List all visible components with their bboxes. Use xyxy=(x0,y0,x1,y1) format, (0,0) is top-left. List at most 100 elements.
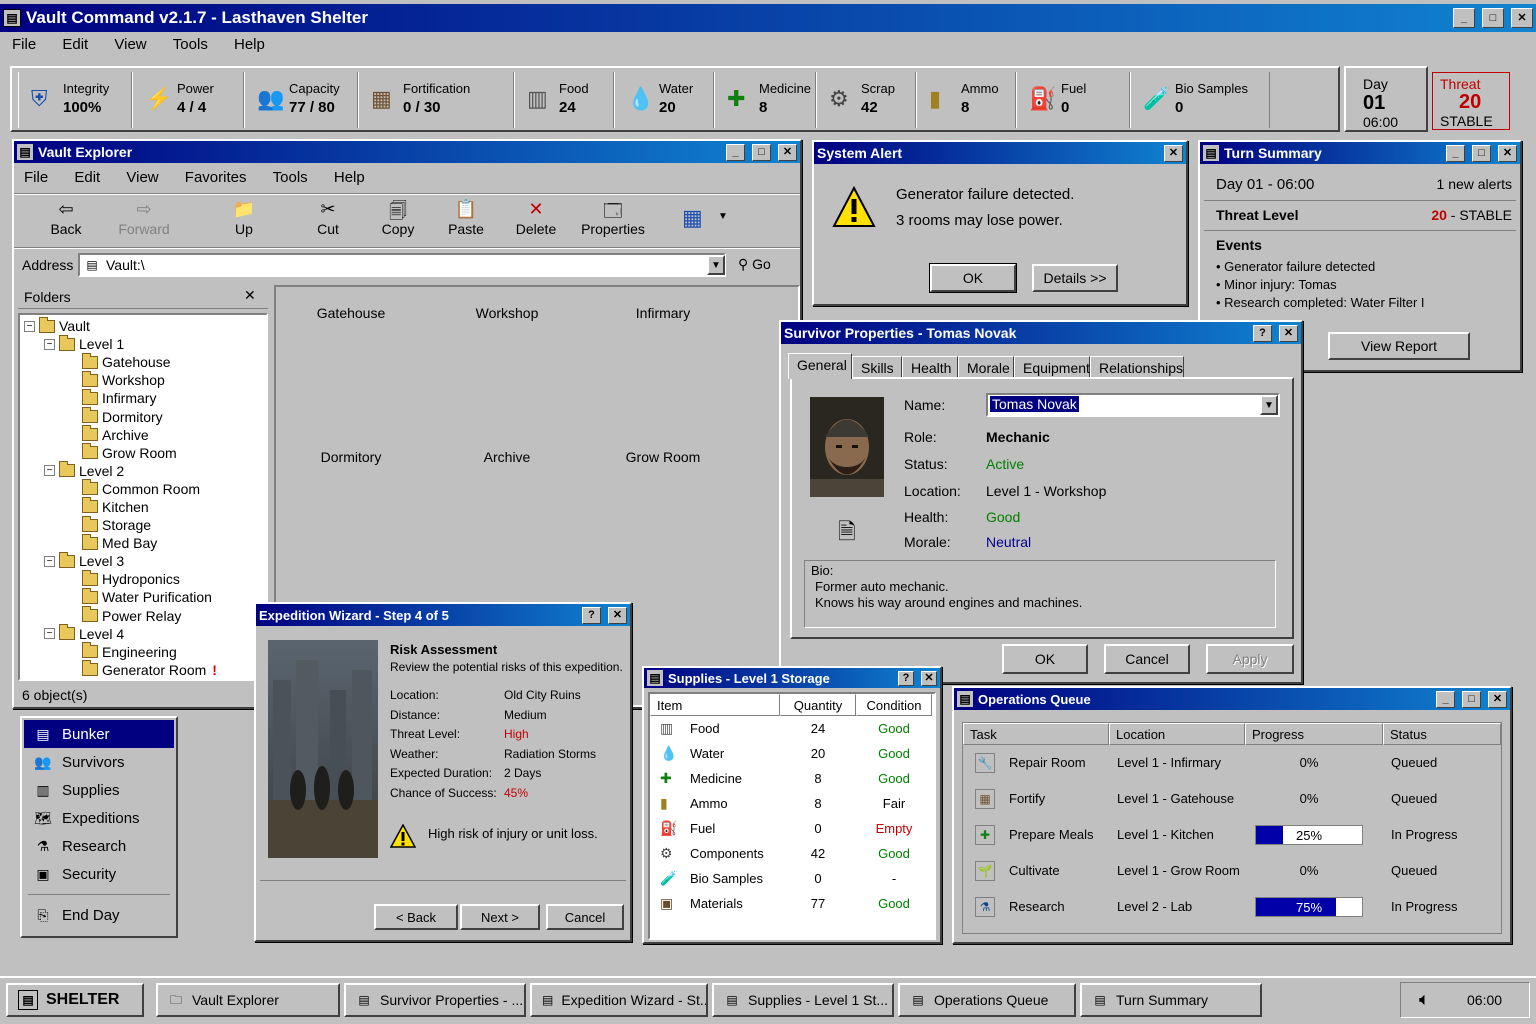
explorer-menu-view[interactable]: View xyxy=(126,169,158,186)
explorer-menu-tools[interactable]: Tools xyxy=(273,169,308,186)
tree-item-med-bay[interactable]: Med Bay xyxy=(24,533,262,552)
back-button[interactable]: ⇦ Back xyxy=(36,199,96,237)
tree-item-storage[interactable]: Storage xyxy=(24,515,262,534)
address-input[interactable]: ▤ Vault:\ xyxy=(78,253,726,277)
tree-item-grow-room[interactable]: Grow Room xyxy=(24,443,262,462)
properties-button[interactable]: 🗔 Properties xyxy=(568,199,658,237)
up-button[interactable]: 📁 Up xyxy=(214,199,274,237)
ops-minimize-button[interactable]: _ xyxy=(1436,690,1455,708)
alert-ok-button[interactable]: OK xyxy=(929,263,1017,293)
minimize-button[interactable]: _ xyxy=(1453,8,1475,28)
forward-button[interactable]: ⇨ Forward xyxy=(114,199,174,237)
tree-item-level-2[interactable]: − Level 2 xyxy=(24,461,262,480)
nav-expeditions[interactable]: 🗺 Expeditions xyxy=(24,804,174,832)
view-report-button[interactable]: View Report xyxy=(1328,332,1470,360)
address-dropdown-button[interactable]: ▼ xyxy=(707,255,725,275)
taskbar-item[interactable]: 🗀 Vault Explorer xyxy=(156,983,340,1017)
stat-bio-samples[interactable]: 🧪 Bio Samples 0 xyxy=(1130,72,1270,128)
collapse-icon[interactable]: − xyxy=(44,628,55,640)
view-mode-dropdown-icon[interactable]: ▼ xyxy=(718,211,728,222)
folders-close-icon[interactable]: ✕ xyxy=(244,287,256,304)
wizard-back-button[interactable]: < Back xyxy=(374,904,458,930)
taskbar-item[interactable]: ▤ Supplies - Level 1 St... xyxy=(712,983,894,1017)
supplies-col-item[interactable]: Item xyxy=(650,694,780,716)
menu-file[interactable]: File xyxy=(12,36,36,53)
start-button[interactable]: ▤ SHELTER xyxy=(6,983,144,1017)
taskbar-item[interactable]: ▤ Operations Queue xyxy=(898,983,1076,1017)
cut-button[interactable]: ✂ Cut xyxy=(298,199,358,237)
supply-row[interactable]: ▥ Food 24 Good xyxy=(650,716,934,741)
tree-item-level-3[interactable]: − Level 3 xyxy=(24,551,262,570)
stat-medicine[interactable]: ✚ Medicine 8 xyxy=(714,72,816,128)
wizard-next-button[interactable]: Next > xyxy=(460,904,540,930)
room-grow-room[interactable]: Grow Room xyxy=(598,445,728,465)
nav-research[interactable]: ⚗ Research xyxy=(24,832,174,860)
supply-row[interactable]: ✚ Medicine 8 Good xyxy=(650,766,934,791)
paste-button[interactable]: 📋 Paste xyxy=(436,199,496,237)
operation-row[interactable]: ▦ Fortify Level 1 - Gatehouse 0% Queued xyxy=(963,781,1501,817)
delete-button[interactable]: ✕ Delete xyxy=(506,199,566,237)
supplies-col-condition[interactable]: Condition xyxy=(856,694,932,716)
collapse-icon[interactable]: − xyxy=(24,320,35,332)
tree-item-power-relay[interactable]: Power Relay xyxy=(24,606,262,625)
wizard-help-button[interactable]: ? xyxy=(582,606,601,624)
room-dormitory[interactable]: Dormitory xyxy=(286,445,416,465)
stat-fortification[interactable]: ▦ Fortification 0 / 30 xyxy=(358,72,514,128)
supplies-help-button[interactable]: ? xyxy=(898,670,914,686)
close-button[interactable]: ✕ xyxy=(1511,8,1533,28)
tree-item-infirmary[interactable]: Infirmary xyxy=(24,388,262,407)
supplies-close-button[interactable]: ✕ xyxy=(921,670,937,686)
menu-view[interactable]: View xyxy=(114,36,146,53)
tree-item-level-4[interactable]: − Level 4 xyxy=(24,624,262,643)
tree-item-gatehouse[interactable]: Gatehouse xyxy=(24,352,262,371)
explorer-maximize-button[interactable]: □ xyxy=(752,143,771,161)
tree-item-engineering[interactable]: Engineering xyxy=(24,642,262,661)
supply-row[interactable]: 💧 Water 20 Good xyxy=(650,741,934,766)
survivor-help-button[interactable]: ? xyxy=(1253,324,1272,342)
turn-minimize-button[interactable]: _ xyxy=(1446,144,1465,162)
operation-row[interactable]: 🌱 Cultivate Level 1 - Grow Room 0% Queued xyxy=(963,853,1501,889)
explorer-menu-help[interactable]: Help xyxy=(334,169,365,186)
tree-item-generator-room[interactable]: Generator Room! xyxy=(24,660,262,679)
stat-capacity[interactable]: 👥 Capacity 77 / 80 xyxy=(244,72,358,128)
supplies-col-quantity[interactable]: Quantity xyxy=(780,694,856,716)
supply-row[interactable]: ▮ Ammo 8 Fair xyxy=(650,791,934,816)
collapse-icon[interactable]: − xyxy=(44,465,55,477)
ops-maximize-button[interactable]: □ xyxy=(1462,690,1481,708)
nav-bunker[interactable]: ▤ Bunker xyxy=(24,720,174,748)
stat-ammo[interactable]: ▮ Ammo 8 xyxy=(916,72,1016,128)
tree-item-archive[interactable]: Archive xyxy=(24,425,262,444)
taskbar-item[interactable]: ▤ Survivor Properties - ... xyxy=(344,983,526,1017)
nav-supplies[interactable]: ▥ Supplies xyxy=(24,776,174,804)
tree-item-kitchen[interactable]: Kitchen xyxy=(24,497,262,516)
room-gatehouse[interactable]: Gatehouse xyxy=(286,301,416,321)
supply-row[interactable]: ⛽ Fuel 0 Empty xyxy=(650,816,934,841)
menu-edit[interactable]: Edit xyxy=(62,36,88,53)
explorer-menu-edit[interactable]: Edit xyxy=(74,169,100,186)
explorer-menu-file[interactable]: File xyxy=(24,169,48,186)
name-dropdown-button[interactable]: ▼ xyxy=(1260,395,1278,415)
tab-general[interactable]: General xyxy=(788,353,852,379)
tree-item-water-purification[interactable]: Water Purification xyxy=(24,587,262,606)
ops-close-button[interactable]: ✕ xyxy=(1488,690,1507,708)
stat-integrity[interactable]: ⛨ Integrity 100% xyxy=(18,72,132,128)
taskbar-item[interactable]: ▤ Expedition Wizard - St... xyxy=(530,983,708,1017)
operation-row[interactable]: ⚗ Research Level 2 - Lab 75% In Progress xyxy=(963,889,1501,925)
stat-power[interactable]: ⚡ Power 4 / 4 xyxy=(132,72,244,128)
tree-item-dormitory[interactable]: Dormitory xyxy=(24,407,262,425)
tab-skills[interactable]: Skills xyxy=(852,356,902,378)
tree-item-level-1[interactable]: − Level 1 xyxy=(24,334,262,353)
stat-fuel[interactable]: ⛽ Fuel 0 xyxy=(1016,72,1130,128)
collapse-icon[interactable]: − xyxy=(44,338,55,350)
stat-food[interactable]: ▥ Food 24 xyxy=(514,72,614,128)
supply-row[interactable]: ⚙ Components 42 Good xyxy=(650,841,934,866)
supply-row[interactable]: 🧪 Bio Samples 0 - xyxy=(650,866,934,891)
survivor-apply-button[interactable]: Apply xyxy=(1206,644,1294,674)
room-infirmary[interactable]: Infirmary xyxy=(598,301,728,321)
menu-help[interactable]: Help xyxy=(234,36,265,53)
maximize-button[interactable]: □ xyxy=(1482,8,1504,28)
ops-col-progress[interactable]: Progress xyxy=(1245,723,1383,745)
stat-water[interactable]: 💧 Water 20 xyxy=(614,72,714,128)
wizard-close-button[interactable]: ✕ xyxy=(608,606,627,624)
go-button[interactable]: ⚲ Go xyxy=(738,256,771,273)
